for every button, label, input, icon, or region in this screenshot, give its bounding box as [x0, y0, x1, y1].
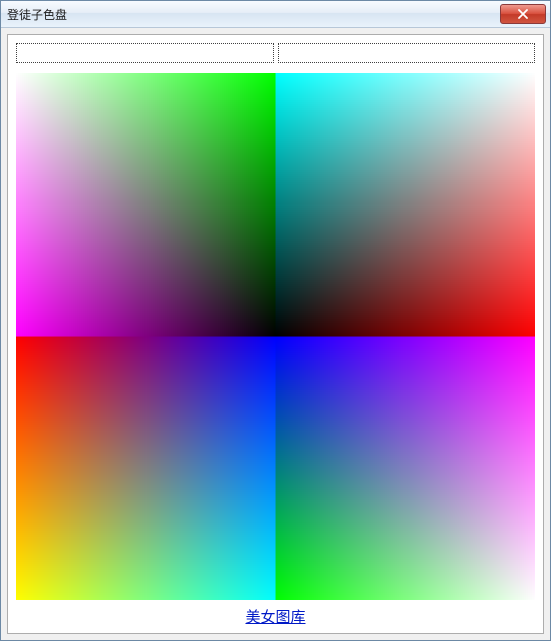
close-icon [517, 9, 529, 19]
app-window: 登徒子色盘 美女图库 [0, 0, 551, 641]
close-button[interactable] [500, 4, 546, 24]
panel: 美女图库 [7, 34, 544, 634]
titlebar: 登徒子色盘 [1, 1, 550, 28]
footer-link-row: 美女图库 [16, 600, 535, 629]
gallery-link[interactable]: 美女图库 [245, 610, 305, 626]
input-row [16, 43, 535, 63]
color-input-left[interactable] [16, 43, 274, 63]
color-input-right[interactable] [278, 43, 536, 63]
palette-canvas[interactable] [16, 73, 535, 600]
client-area: 美女图库 [1, 28, 550, 640]
window-title: 登徒子色盘 [7, 6, 67, 23]
color-palette[interactable] [16, 73, 535, 600]
